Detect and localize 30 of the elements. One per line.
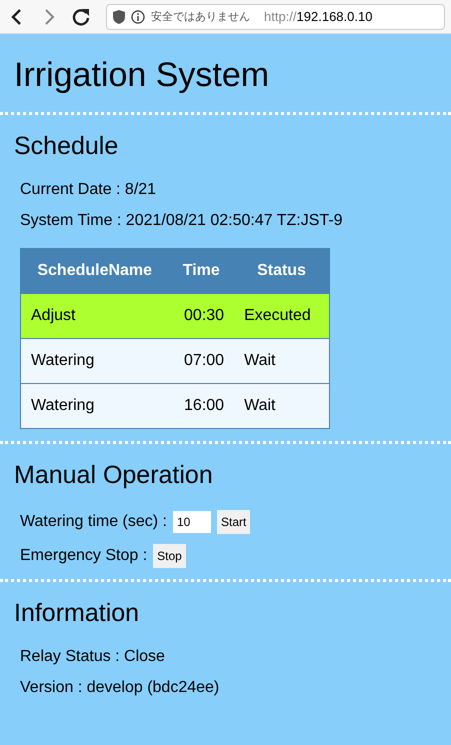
column-header: Time [168,248,234,294]
start-button[interactable]: Start [217,510,250,534]
field-label: Emergency Stop : [20,547,148,565]
table-cell: 00:30 [168,294,234,338]
table-cell: Executed [234,294,330,338]
info-line: Relay Status : Close [20,647,165,667]
column-header: Status [234,248,330,294]
info-line: System Time : 2021/08/21 02:50:47 TZ:JST-9 [20,211,343,231]
security-label: 安全ではありません [151,9,250,24]
info-line: Version : develop (bdc24ee) [20,678,220,698]
input-field[interactable]: 10 [173,511,211,533]
address-bar[interactable]: 安全ではありません http://192.168.0.10 [106,4,445,30]
url-text: http://192.168.0.10 [264,9,372,24]
page-title: Irrigation System [14,55,270,96]
section-heading: Manual Operation [14,460,213,491]
stop-button[interactable]: Stop [153,544,186,568]
table-cell: 07:00 [168,338,234,384]
table-cell: Watering [20,384,168,428]
section-heading: Information [14,598,140,629]
info-icon [131,10,145,24]
table-cell: Watering [20,338,168,384]
table-cell: 16:00 [168,384,234,428]
section-heading: Schedule [14,131,118,162]
table-cell: Adjust [20,294,168,338]
field-label: Watering time (sec) : [20,513,167,531]
shield-icon [113,10,125,24]
table-cell: Wait [234,384,330,428]
column-header: ScheduleName [20,248,168,294]
table-cell: Wait [234,338,330,384]
info-line: Current Date : 8/21 [20,180,156,200]
